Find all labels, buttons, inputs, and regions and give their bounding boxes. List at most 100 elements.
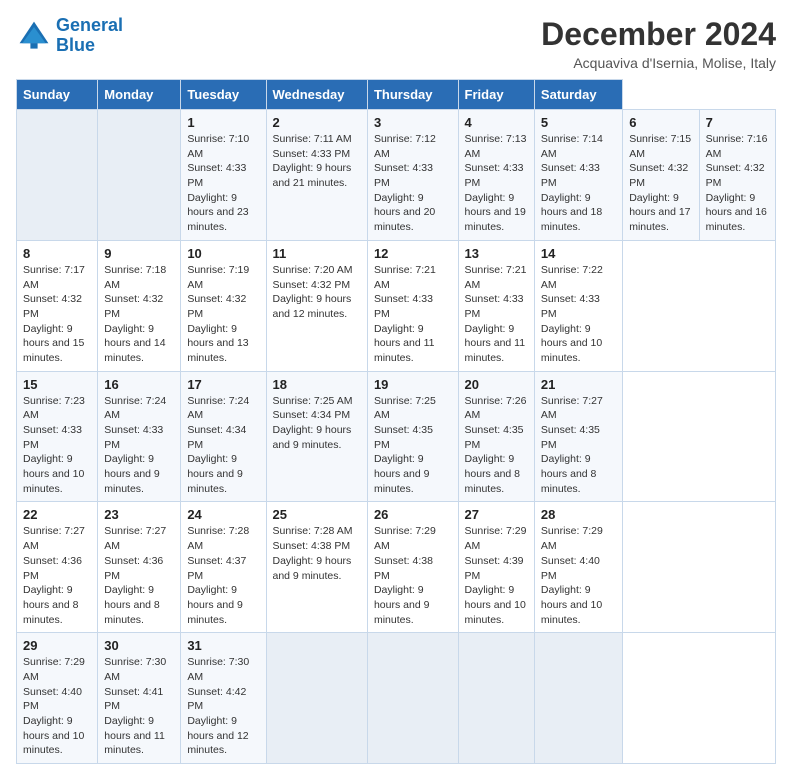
day-number: 15 xyxy=(23,377,91,392)
day-info: Sunrise: 7:27 AMSunset: 4:35 PMDaylight:… xyxy=(541,394,616,497)
day-info: Sunrise: 7:24 AMSunset: 4:34 PMDaylight:… xyxy=(187,394,259,497)
day-info: Sunrise: 7:17 AMSunset: 4:32 PMDaylight:… xyxy=(23,263,91,366)
day-info: Sunrise: 7:30 AMSunset: 4:42 PMDaylight:… xyxy=(187,655,259,758)
day-cell: 18 Sunrise: 7:25 AMSunset: 4:34 PMDayligh… xyxy=(266,371,367,502)
day-cell: 2 Sunrise: 7:11 AMSunset: 4:33 PMDaylight… xyxy=(266,110,367,241)
day-info: Sunrise: 7:15 AMSunset: 4:32 PMDaylight:… xyxy=(629,132,692,235)
day-cell: 8 Sunrise: 7:17 AMSunset: 4:32 PMDaylight… xyxy=(17,240,98,371)
day-cell: 13 Sunrise: 7:21 AMSunset: 4:33 PMDayligh… xyxy=(458,240,534,371)
calendar-week-3: 15Sunrise: 7:23 AMSunset: 4:33 PMDayligh… xyxy=(17,371,776,502)
calendar-week-5: 29Sunrise: 7:29 AMSunset: 4:40 PMDayligh… xyxy=(17,633,776,764)
header-wednesday: Wednesday xyxy=(266,80,367,110)
day-cell: 12 Sunrise: 7:21 AMSunset: 4:33 PMDayligh… xyxy=(367,240,458,371)
calendar-week-4: 22Sunrise: 7:27 AMSunset: 4:36 PMDayligh… xyxy=(17,502,776,633)
day-number: 23 xyxy=(104,507,174,522)
day-cell: 31 Sunrise: 7:30 AMSunset: 4:42 PMDayligh… xyxy=(181,633,266,764)
day-info: Sunrise: 7:28 AMSunset: 4:38 PMDaylight:… xyxy=(273,524,361,583)
day-number: 11 xyxy=(273,246,361,261)
day-number: 22 xyxy=(23,507,91,522)
header-tuesday: Tuesday xyxy=(181,80,266,110)
day-number: 28 xyxy=(541,507,616,522)
day-info: Sunrise: 7:21 AMSunset: 4:33 PMDaylight:… xyxy=(465,263,528,366)
day-number: 5 xyxy=(541,115,616,130)
day-number: 14 xyxy=(541,246,616,261)
day-number: 12 xyxy=(374,246,452,261)
logo-icon xyxy=(16,18,52,54)
day-info: Sunrise: 7:21 AMSunset: 4:33 PMDaylight:… xyxy=(374,263,452,366)
header-friday: Friday xyxy=(458,80,534,110)
month-title: December 2024 xyxy=(541,16,776,53)
day-info: Sunrise: 7:10 AMSunset: 4:33 PMDaylight:… xyxy=(187,132,259,235)
header-thursday: Thursday xyxy=(367,80,458,110)
day-cell xyxy=(458,633,534,764)
day-info: Sunrise: 7:13 AMSunset: 4:33 PMDaylight:… xyxy=(465,132,528,235)
day-cell: 22Sunrise: 7:27 AMSunset: 4:36 PMDayligh… xyxy=(17,502,98,633)
day-number: 10 xyxy=(187,246,259,261)
day-number: 7 xyxy=(706,115,769,130)
day-number: 16 xyxy=(104,377,174,392)
day-cell: 14 Sunrise: 7:22 AMSunset: 4:33 PMDayligh… xyxy=(534,240,622,371)
page-header: General Blue December 2024 Acquaviva d'I… xyxy=(16,16,776,71)
day-cell: 7 Sunrise: 7:16 AMSunset: 4:32 PMDaylight… xyxy=(699,110,775,241)
day-cell: 11Sunrise: 7:20 AMSunset: 4:32 PMDayligh… xyxy=(266,240,367,371)
day-number: 24 xyxy=(187,507,259,522)
day-info: Sunrise: 7:18 AMSunset: 4:32 PMDaylight:… xyxy=(104,263,174,366)
day-cell xyxy=(534,633,622,764)
empty-cell xyxy=(17,110,98,241)
day-cell xyxy=(266,633,367,764)
day-number: 30 xyxy=(104,638,174,653)
calendar-table: SundayMondayTuesdayWednesdayThursdayFrid… xyxy=(16,79,776,764)
day-number: 13 xyxy=(465,246,528,261)
day-number: 26 xyxy=(374,507,452,522)
day-cell: 27Sunrise: 7:29 AMSunset: 4:39 PMDayligh… xyxy=(458,502,534,633)
day-number: 4 xyxy=(465,115,528,130)
day-number: 9 xyxy=(104,246,174,261)
day-cell: 17Sunrise: 7:24 AMSunset: 4:34 PMDayligh… xyxy=(181,371,266,502)
day-cell: 4 Sunrise: 7:13 AMSunset: 4:33 PMDaylight… xyxy=(458,110,534,241)
day-info: Sunrise: 7:22 AMSunset: 4:33 PMDaylight:… xyxy=(541,263,616,366)
day-info: Sunrise: 7:19 AMSunset: 4:32 PMDaylight:… xyxy=(187,263,259,366)
day-number: 1 xyxy=(187,115,259,130)
logo-text: General Blue xyxy=(56,16,123,56)
day-cell: 19 Sunrise: 7:25 AMSunset: 4:35 PMDayligh… xyxy=(367,371,458,502)
header-saturday: Saturday xyxy=(534,80,622,110)
empty-cell xyxy=(98,110,181,241)
header-sunday: Sunday xyxy=(17,80,98,110)
day-info: Sunrise: 7:25 AMSunset: 4:34 PMDaylight:… xyxy=(273,394,361,453)
day-info: Sunrise: 7:26 AMSunset: 4:35 PMDaylight:… xyxy=(465,394,528,497)
title-block: December 2024 Acquaviva d'Isernia, Molis… xyxy=(541,16,776,71)
day-number: 29 xyxy=(23,638,91,653)
day-number: 2 xyxy=(273,115,361,130)
day-cell: 5 Sunrise: 7:14 AMSunset: 4:33 PMDaylight… xyxy=(534,110,622,241)
day-cell: 16 Sunrise: 7:24 AMSunset: 4:33 PMDayligh… xyxy=(98,371,181,502)
day-info: Sunrise: 7:14 AMSunset: 4:33 PMDaylight:… xyxy=(541,132,616,235)
day-info: Sunrise: 7:30 AMSunset: 4:41 PMDaylight:… xyxy=(104,655,174,758)
day-cell: 23Sunrise: 7:27 AMSunset: 4:36 PMDayligh… xyxy=(98,502,181,633)
day-number: 25 xyxy=(273,507,361,522)
day-cell: 26Sunrise: 7:29 AMSunset: 4:38 PMDayligh… xyxy=(367,502,458,633)
day-info: Sunrise: 7:16 AMSunset: 4:32 PMDaylight:… xyxy=(706,132,769,235)
day-cell: 24Sunrise: 7:28 AMSunset: 4:37 PMDayligh… xyxy=(181,502,266,633)
day-info: Sunrise: 7:11 AMSunset: 4:33 PMDaylight:… xyxy=(273,132,361,191)
day-number: 31 xyxy=(187,638,259,653)
day-number: 19 xyxy=(374,377,452,392)
logo: General Blue xyxy=(16,16,123,56)
day-cell: 21 Sunrise: 7:27 AMSunset: 4:35 PMDayligh… xyxy=(534,371,622,502)
day-cell: 6 Sunrise: 7:15 AMSunset: 4:32 PMDaylight… xyxy=(623,110,699,241)
day-number: 21 xyxy=(541,377,616,392)
day-number: 18 xyxy=(273,377,361,392)
day-cell: 25 Sunrise: 7:28 AMSunset: 4:38 PMDayligh… xyxy=(266,502,367,633)
day-info: Sunrise: 7:24 AMSunset: 4:33 PMDaylight:… xyxy=(104,394,174,497)
day-number: 20 xyxy=(465,377,528,392)
calendar-week-1: 1 Sunrise: 7:10 AMSunset: 4:33 PMDaylight… xyxy=(17,110,776,241)
calendar-week-2: 8 Sunrise: 7:17 AMSunset: 4:32 PMDaylight… xyxy=(17,240,776,371)
day-cell: 29Sunrise: 7:29 AMSunset: 4:40 PMDayligh… xyxy=(17,633,98,764)
day-cell: 9 Sunrise: 7:18 AMSunset: 4:32 PMDaylight… xyxy=(98,240,181,371)
day-number: 6 xyxy=(629,115,692,130)
day-cell: 10 Sunrise: 7:19 AMSunset: 4:32 PMDayligh… xyxy=(181,240,266,371)
day-cell: 30 Sunrise: 7:30 AMSunset: 4:41 PMDayligh… xyxy=(98,633,181,764)
day-info: Sunrise: 7:25 AMSunset: 4:35 PMDaylight:… xyxy=(374,394,452,497)
day-cell: 28Sunrise: 7:29 AMSunset: 4:40 PMDayligh… xyxy=(534,502,622,633)
day-number: 8 xyxy=(23,246,91,261)
day-cell: 20 Sunrise: 7:26 AMSunset: 4:35 PMDayligh… xyxy=(458,371,534,502)
